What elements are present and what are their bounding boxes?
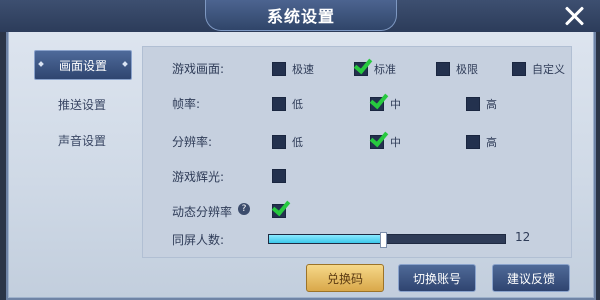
button-label: 切换账号 xyxy=(412,271,461,286)
window-title: 系统设置 xyxy=(205,0,397,31)
help-icon[interactable]: ? xyxy=(238,203,250,215)
slider-thumb[interactable] xyxy=(380,232,388,248)
same-screen-players-value: 12 xyxy=(515,230,531,244)
resolution-label: 分辨率: xyxy=(172,135,213,149)
checkbox[interactable] xyxy=(272,97,286,111)
close-icon[interactable] xyxy=(562,4,586,28)
checkbox-checked[interactable] xyxy=(272,204,286,218)
button-label: 建议反馈 xyxy=(506,271,555,286)
checkbox[interactable] xyxy=(466,97,480,111)
framerate-option-low[interactable]: 低 xyxy=(272,96,303,112)
resolution-option-low[interactable]: 低 xyxy=(272,134,303,150)
settings-content xyxy=(142,46,572,258)
option-label: 高 xyxy=(486,136,497,149)
tab-label: 画面设置 xyxy=(58,58,107,73)
resolution-option-medium[interactable]: 中 xyxy=(370,134,401,150)
tab-graphics-settings[interactable]: 画面设置 xyxy=(34,50,132,80)
checkbox-checked[interactable] xyxy=(370,135,384,149)
checkbox[interactable] xyxy=(436,62,450,76)
option-label: 低 xyxy=(292,136,303,149)
resolution-option-high[interactable]: 高 xyxy=(466,134,497,150)
tab-push-settings[interactable]: 推送设置 xyxy=(34,90,130,118)
button-label: 兑换码 xyxy=(326,271,363,286)
option-label: 标准 xyxy=(374,63,396,76)
graphics-quality-label: 游戏画面: xyxy=(172,62,225,76)
checkbox-checked[interactable] xyxy=(354,62,368,76)
game-glow-label: 游戏辉光: xyxy=(172,170,225,184)
graphics-option-fast[interactable]: 极速 xyxy=(272,61,314,77)
framerate-option-high[interactable]: 高 xyxy=(466,96,497,112)
checkbox[interactable] xyxy=(272,62,286,76)
same-screen-players-label: 同屏人数: xyxy=(172,233,225,247)
option-label: 极速 xyxy=(292,63,314,76)
dynamic-resolution-toggle[interactable] xyxy=(272,204,292,218)
option-label: 高 xyxy=(486,98,497,111)
option-label: 中 xyxy=(390,136,401,149)
redeem-code-button[interactable]: 兑换码 xyxy=(306,264,384,292)
graphics-option-standard[interactable]: 标准 xyxy=(354,61,396,77)
game-glow-toggle[interactable] xyxy=(272,169,292,183)
checkbox[interactable] xyxy=(512,62,526,76)
checkbox[interactable] xyxy=(272,169,286,183)
feedback-button[interactable]: 建议反馈 xyxy=(492,264,570,292)
slider-fill xyxy=(269,235,383,243)
same-screen-players-slider[interactable] xyxy=(268,232,506,248)
tab-label: 推送设置 xyxy=(57,97,106,112)
option-label: 极限 xyxy=(456,63,478,76)
tab-sound-settings[interactable]: 声音设置 xyxy=(34,126,130,154)
checkbox[interactable] xyxy=(466,135,480,149)
dynamic-resolution-label: 动态分辨率 xyxy=(172,205,233,219)
option-label: 低 xyxy=(292,98,303,111)
switch-account-button[interactable]: 切换账号 xyxy=(398,264,476,292)
checkbox-checked[interactable] xyxy=(370,97,384,111)
option-label: 中 xyxy=(390,98,401,111)
tab-label: 声音设置 xyxy=(57,133,106,148)
framerate-option-medium[interactable]: 中 xyxy=(370,96,401,112)
framerate-label: 帧率: xyxy=(172,97,201,111)
option-label: 自定义 xyxy=(532,63,565,76)
checkbox[interactable] xyxy=(272,135,286,149)
graphics-option-custom[interactable]: 自定义 xyxy=(512,61,565,77)
graphics-option-extreme[interactable]: 极限 xyxy=(436,61,478,77)
